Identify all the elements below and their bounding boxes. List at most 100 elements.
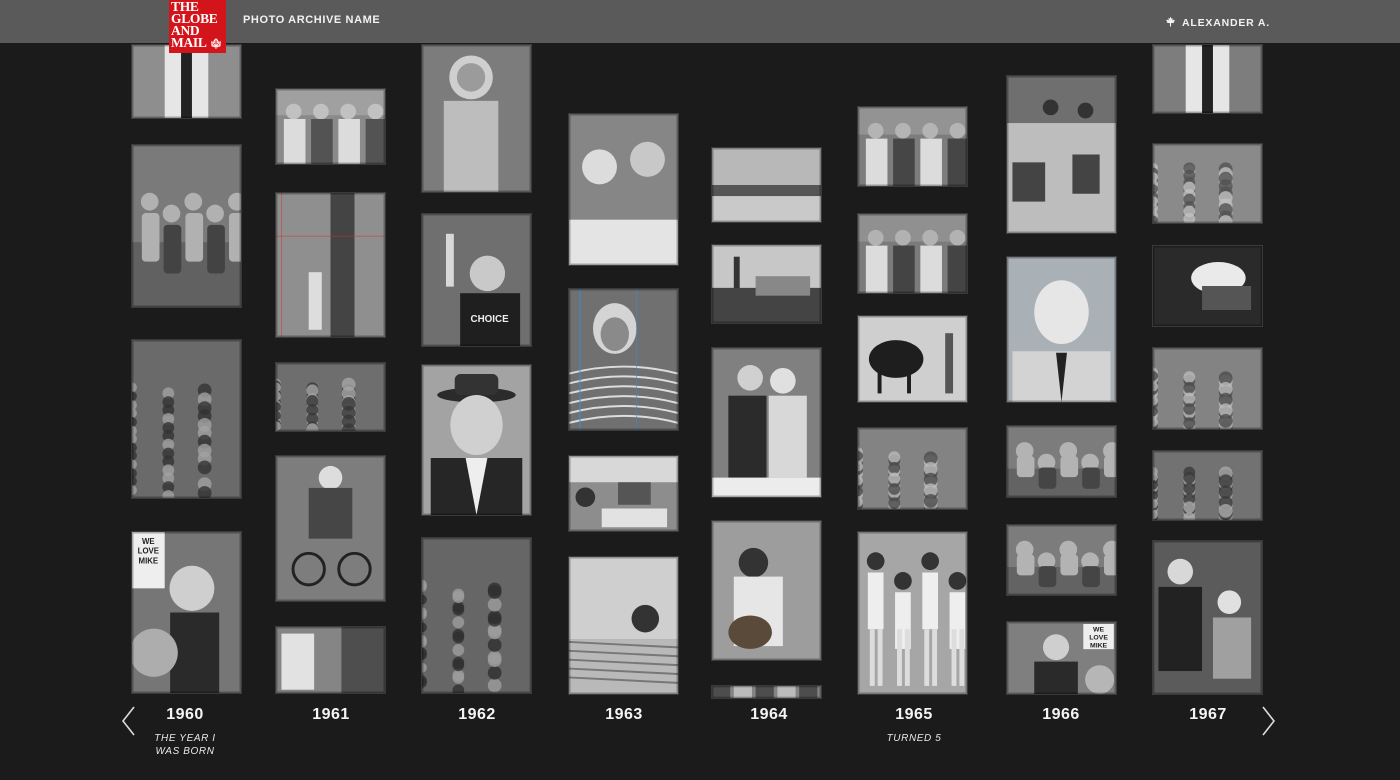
- photo-image: [1153, 348, 1262, 429]
- year-label[interactable]: 1961: [276, 706, 386, 724]
- photo-image: [858, 107, 967, 186]
- photo-image: WELOVEMIKE: [132, 532, 241, 693]
- photo-image: [276, 456, 385, 601]
- archive-photo[interactable]: [275, 88, 386, 165]
- photo-image: [132, 340, 241, 498]
- maple-leaf-icon: [1165, 16, 1176, 30]
- photo-image: [276, 193, 385, 337]
- archive-photo[interactable]: [275, 362, 386, 432]
- photo-image: [1007, 525, 1116, 595]
- archive-photo[interactable]: [711, 347, 822, 498]
- photo-image: [422, 45, 531, 192]
- archive-photo[interactable]: [711, 520, 822, 661]
- archive-photo[interactable]: [1006, 75, 1117, 234]
- archive-photo[interactable]: [131, 144, 242, 308]
- photo-image: [1153, 451, 1262, 520]
- photo-image: [276, 627, 385, 693]
- archive-photo[interactable]: [711, 147, 822, 223]
- archive-photo[interactable]: [1152, 540, 1263, 695]
- photo-image: [858, 428, 967, 509]
- archive-photo[interactable]: [857, 531, 968, 695]
- photo-sign-text: WE: [1093, 627, 1104, 634]
- archive-photo[interactable]: [421, 364, 532, 516]
- archive-photo[interactable]: [275, 192, 386, 338]
- chevron-right-icon: [1262, 706, 1276, 736]
- archive-photo[interactable]: [1006, 524, 1117, 596]
- photo-image: [712, 348, 821, 497]
- user-name: ALEXANDER A.: [1182, 17, 1270, 29]
- photo-image: CHOICE: [422, 214, 531, 346]
- archive-photo[interactable]: [1152, 347, 1263, 430]
- year-caption: TURNED 5: [886, 733, 942, 744]
- previous-button[interactable]: [119, 706, 139, 736]
- photo-image: [1007, 257, 1116, 402]
- photo-image: [1153, 541, 1262, 694]
- year-caption: WAS BORN: [155, 746, 215, 757]
- archive-photo[interactable]: [711, 244, 822, 324]
- maple-leaf-icon: 🍁︎: [209, 39, 223, 50]
- year-label[interactable]: 1967: [1153, 706, 1263, 724]
- archive-photo[interactable]: [275, 626, 386, 694]
- year-label[interactable]: 1966: [1006, 706, 1116, 724]
- archive-photo[interactable]: [1006, 425, 1117, 498]
- archive-photo[interactable]: [1152, 450, 1263, 521]
- photo-image: [276, 89, 385, 164]
- photo-sign-text: MIKE: [1090, 642, 1108, 649]
- archive-photo[interactable]: CHOICE: [421, 213, 532, 347]
- next-button[interactable]: [1258, 706, 1278, 736]
- photo-image: [1153, 144, 1262, 223]
- archive-photo[interactable]: [857, 315, 968, 403]
- archive-photo[interactable]: [1152, 245, 1263, 327]
- photo-image: [858, 316, 967, 402]
- photo-image: [569, 557, 678, 694]
- photo-image: [712, 148, 821, 222]
- archive-photo[interactable]: [1152, 143, 1263, 224]
- archive-photo[interactable]: [131, 339, 242, 499]
- year-label[interactable]: 1965: [859, 706, 969, 724]
- photo-image: [1007, 426, 1116, 497]
- photo-image: [569, 289, 678, 430]
- photo-image: [1153, 45, 1262, 113]
- photo-sign-text: WE: [142, 537, 155, 546]
- chevron-left-icon: [121, 706, 135, 736]
- photo-image: WELOVEMIKE: [1007, 622, 1116, 694]
- photo-image: [132, 145, 241, 307]
- photo-image: [712, 245, 821, 323]
- year-label[interactable]: 1962: [422, 706, 532, 724]
- archive-photo[interactable]: [857, 106, 968, 187]
- archive-photo[interactable]: [131, 44, 242, 119]
- photo-image: [276, 363, 385, 431]
- archive-photo[interactable]: [421, 44, 532, 193]
- globe-and-mail-logo[interactable]: THE GLOBE AND MAIL 🍁︎: [169, 0, 226, 53]
- archive-photo[interactable]: [568, 288, 679, 431]
- archive-photo[interactable]: [711, 685, 822, 699]
- year-label[interactable]: 1960: [130, 706, 240, 724]
- photo-sign-text: LOVE: [1089, 635, 1108, 642]
- photo-sign-text: MIKE: [139, 557, 159, 566]
- archive-photo[interactable]: [857, 213, 968, 294]
- year-label[interactable]: 1963: [569, 706, 679, 724]
- archive-title[interactable]: PHOTO ARCHIVE NAME: [243, 14, 380, 26]
- photo-image: [858, 214, 967, 293]
- user-menu[interactable]: ALEXANDER A.: [1165, 16, 1270, 30]
- archive-photo[interactable]: [568, 455, 679, 532]
- archive-photo[interactable]: [568, 113, 679, 266]
- archive-photo[interactable]: [857, 427, 968, 510]
- archive-photo[interactable]: WE LOVE MIKE: [131, 531, 242, 694]
- photo-sign-text: CHOICE: [470, 314, 509, 325]
- photo-image: [569, 114, 678, 265]
- archive-photo[interactable]: [1006, 256, 1117, 403]
- year-caption: THE YEAR I: [154, 733, 216, 744]
- archive-photo[interactable]: [1152, 44, 1263, 114]
- photo-image: [569, 456, 678, 531]
- photo-image: [712, 521, 821, 660]
- archive-photo[interactable]: WE LOVE MIKE: [1006, 621, 1117, 695]
- photo-sign-text: LOVE: [138, 547, 159, 556]
- photo-image: [422, 538, 531, 693]
- photo-image: [1007, 76, 1116, 233]
- photo-image: [1153, 246, 1262, 326]
- archive-photo[interactable]: [421, 537, 532, 694]
- year-label[interactable]: 1964: [714, 706, 824, 724]
- archive-photo[interactable]: [568, 556, 679, 695]
- archive-photo[interactable]: [275, 455, 386, 602]
